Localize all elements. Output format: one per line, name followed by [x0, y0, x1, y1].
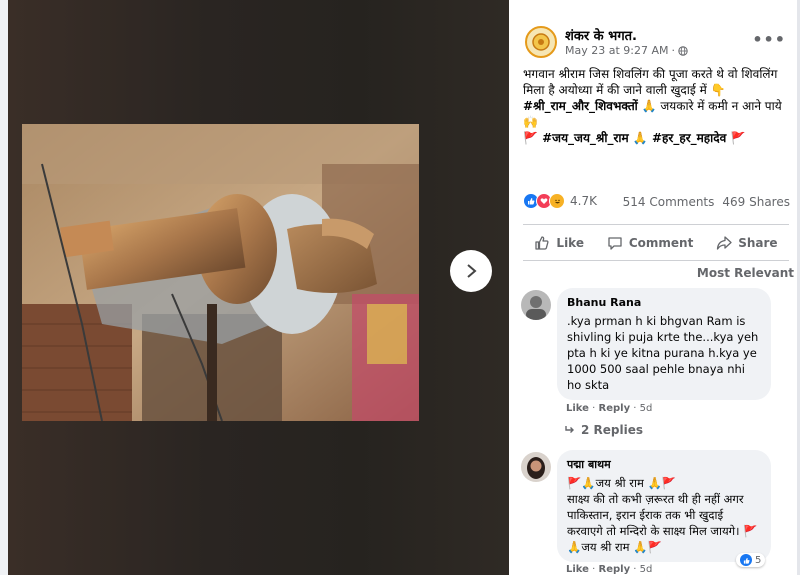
comment-author[interactable]: पद्मा बाथम [567, 457, 761, 473]
comment-reply-link[interactable]: Reply [599, 564, 631, 575]
post-panel: शंकर के भगत. May 23 at 9:27 AM · ••• भगव… [509, 0, 800, 575]
like-reaction-icon [740, 554, 752, 566]
post-timestamp[interactable]: May 23 at 9:27 AM [565, 44, 669, 57]
comment-reaction-count: 5 [755, 554, 762, 566]
divider [523, 224, 789, 225]
comment-reply-link[interactable]: Reply [599, 403, 631, 414]
post-text: भगवान श्रीराम जिस शिवलिंग की पूजा करते थ… [523, 66, 795, 146]
engagement-counts: 514 Comments 469 Shares [623, 195, 790, 209]
reactions-summary[interactable]: 4.7K [523, 193, 597, 209]
reaction-count: 4.7K [570, 194, 597, 208]
comment-like-link[interactable]: Like [566, 564, 589, 575]
share-button-label: Share [738, 236, 778, 250]
comment-icon [608, 237, 622, 250]
view-replies-button[interactable]: 2 Replies [565, 423, 643, 437]
comment-meta: Like · Reply · 5d [566, 564, 653, 575]
more-options-button[interactable]: ••• [752, 30, 786, 49]
page-avatar[interactable] [525, 26, 557, 58]
comment-text: साक्ष्य की तो कभी ज़रूरत थी ही नहीं अगर … [567, 492, 758, 554]
chevron-right-icon [467, 264, 477, 278]
post-text-line: #श्री_राम_और_शिवभक्तों 🙏 जयकारे में कमी … [523, 98, 795, 130]
comment-author[interactable]: Bhanu Rana [567, 295, 761, 311]
om-logo-icon [532, 33, 550, 51]
comment-bubble: पद्मा बाथम 🚩🙏जय श्री राम 🙏🚩 साक्ष्य की त… [557, 450, 771, 562]
hashtag-link[interactable]: #श्री_राम_और_शिवभक्तों [523, 99, 638, 113]
like-button[interactable]: Like [534, 235, 584, 251]
post-actions-bar: Like Comment Share [523, 228, 789, 258]
photo-viewer [0, 0, 509, 575]
share-icon [717, 236, 732, 250]
comment-like-link[interactable]: Like [566, 403, 589, 414]
comment-text: 🚩🙏जय श्री राम 🙏🚩 [567, 476, 677, 490]
post-text-line: भगवान श्रीराम जिस शिवलिंग की पूजा करते थ… [523, 67, 778, 97]
meta-separator: · [671, 44, 676, 57]
comment-bubble: Bhanu Rana .kya prman h ki bhgvan Ram is… [557, 288, 771, 400]
like-button-label: Like [556, 236, 584, 250]
viewer-edge [0, 0, 8, 575]
avatar-image [521, 290, 551, 320]
hashtag-line[interactable]: 🚩 #जय_जय_श्री_राम 🙏 #हर_हर_महादेव 🚩 [523, 130, 795, 146]
comment-text: .kya prman h ki bhgvan Ram is shivling k… [567, 314, 759, 392]
comment-reaction-badge[interactable]: 5 [736, 553, 766, 567]
comment-age[interactable]: 5d [640, 403, 653, 414]
shares-count-link[interactable]: 469 Shares [722, 195, 790, 209]
page-name-link[interactable]: शंकर के भगत. [565, 26, 637, 44]
share-button[interactable]: Share [716, 235, 778, 251]
globe-icon [678, 45, 688, 56]
commenter-avatar[interactable] [521, 290, 551, 320]
comment-button-label: Comment [628, 236, 694, 250]
divider [523, 260, 789, 261]
comment-button[interactable]: Comment [607, 235, 693, 251]
comments-count-link[interactable]: 514 Comments [623, 195, 715, 209]
comment-age[interactable]: 5d [640, 564, 653, 575]
haha-reaction-icon [549, 193, 565, 209]
next-photo-button[interactable] [450, 250, 492, 292]
shivling-photo [22, 124, 419, 421]
reply-arrow-icon [565, 426, 574, 433]
thumbs-up-icon [535, 236, 549, 250]
comment-meta: Like · Reply · 5d [566, 403, 653, 414]
commenter-avatar[interactable] [521, 452, 551, 482]
replies-count: 2 Replies [581, 423, 644, 437]
avatar-image [521, 452, 551, 482]
post-meta: May 23 at 9:27 AM · [565, 44, 688, 57]
comment-sort-dropdown[interactable]: Most Relevant [697, 266, 794, 280]
post-photo[interactable] [22, 124, 419, 421]
